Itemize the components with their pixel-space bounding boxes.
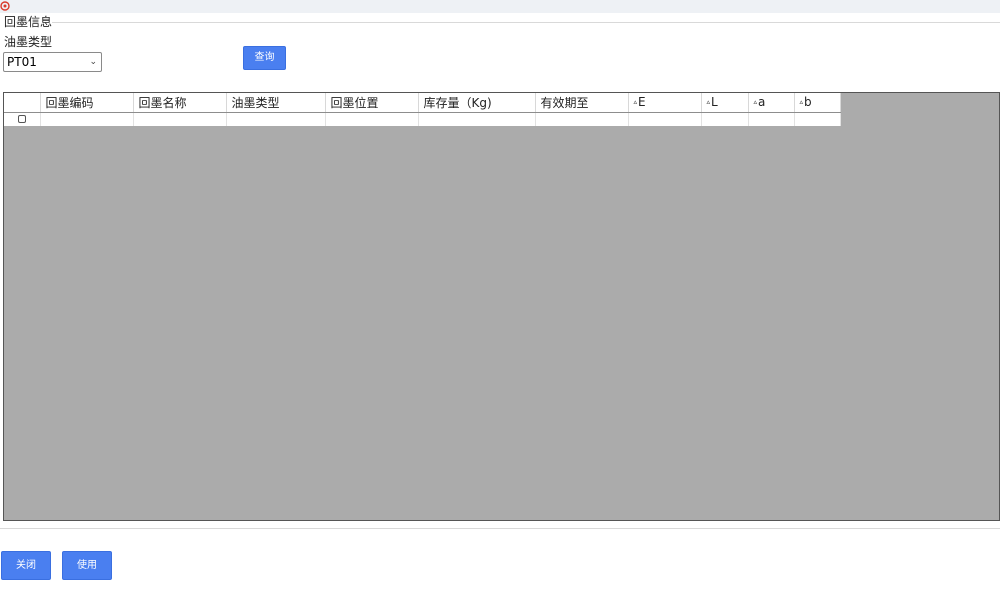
column-header[interactable]: ▵a bbox=[748, 93, 795, 113]
ink-grid[interactable]: 回墨编码 回墨名称 油墨类型 回墨位置 库存量（Kg) 有效期至 ▵E ▵L ▵… bbox=[3, 92, 1000, 521]
column-header[interactable]: ▵L bbox=[701, 93, 749, 113]
title-bar bbox=[0, 0, 1000, 13]
column-header[interactable]: 油墨类型 bbox=[226, 93, 326, 113]
select-column-header bbox=[4, 93, 41, 113]
column-header[interactable]: ▵E bbox=[628, 93, 702, 113]
close-button[interactable]: 关闭 bbox=[1, 551, 51, 580]
table-cell[interactable] bbox=[325, 112, 419, 126]
group-title: 回墨信息 bbox=[4, 15, 53, 29]
table-cell[interactable] bbox=[794, 112, 841, 126]
table-header-row: 回墨编码 回墨名称 油墨类型 回墨位置 库存量（Kg) 有效期至 ▵E ▵L ▵… bbox=[4, 93, 841, 113]
delta-icon: ▵ bbox=[799, 98, 804, 107]
ink-type-select[interactable]: PT01 ⌄ bbox=[3, 52, 102, 72]
delta-icon: ▵ bbox=[633, 98, 638, 107]
column-header[interactable]: 库存量（Kg) bbox=[418, 93, 536, 113]
delta-icon: ▵ bbox=[753, 98, 758, 107]
app-logo-icon bbox=[0, 1, 10, 11]
column-header[interactable]: 回墨名称 bbox=[133, 93, 227, 113]
table-cell[interactable] bbox=[133, 112, 227, 126]
table-cell[interactable] bbox=[226, 112, 326, 126]
row-checkbox[interactable] bbox=[17, 115, 26, 124]
column-header[interactable]: ▵b bbox=[794, 93, 841, 113]
table-row[interactable] bbox=[4, 112, 841, 126]
row-select-cell[interactable] bbox=[4, 112, 41, 126]
ink-table: 回墨编码 回墨名称 油墨类型 回墨位置 库存量（Kg) 有效期至 ▵E ▵L ▵… bbox=[4, 93, 841, 126]
ink-type-label: 油墨类型 bbox=[4, 35, 53, 49]
table-cell[interactable] bbox=[40, 112, 134, 126]
use-button[interactable]: 使用 bbox=[62, 551, 112, 580]
column-header[interactable]: 回墨位置 bbox=[325, 93, 419, 113]
query-button[interactable]: 查询 bbox=[243, 46, 286, 70]
table-cell[interactable] bbox=[418, 112, 536, 126]
table-cell[interactable] bbox=[535, 112, 629, 126]
ink-type-value: PT01 bbox=[7, 55, 37, 69]
table-cell[interactable] bbox=[628, 112, 702, 126]
column-header[interactable]: 有效期至 bbox=[535, 93, 629, 113]
chevron-down-icon: ⌄ bbox=[89, 57, 97, 67]
column-header[interactable]: 回墨编码 bbox=[40, 93, 134, 113]
table-cell[interactable] bbox=[701, 112, 749, 126]
delta-icon: ▵ bbox=[706, 98, 711, 107]
table-cell[interactable] bbox=[748, 112, 795, 126]
group-divider bbox=[52, 22, 1000, 23]
footer-divider bbox=[0, 528, 1000, 529]
